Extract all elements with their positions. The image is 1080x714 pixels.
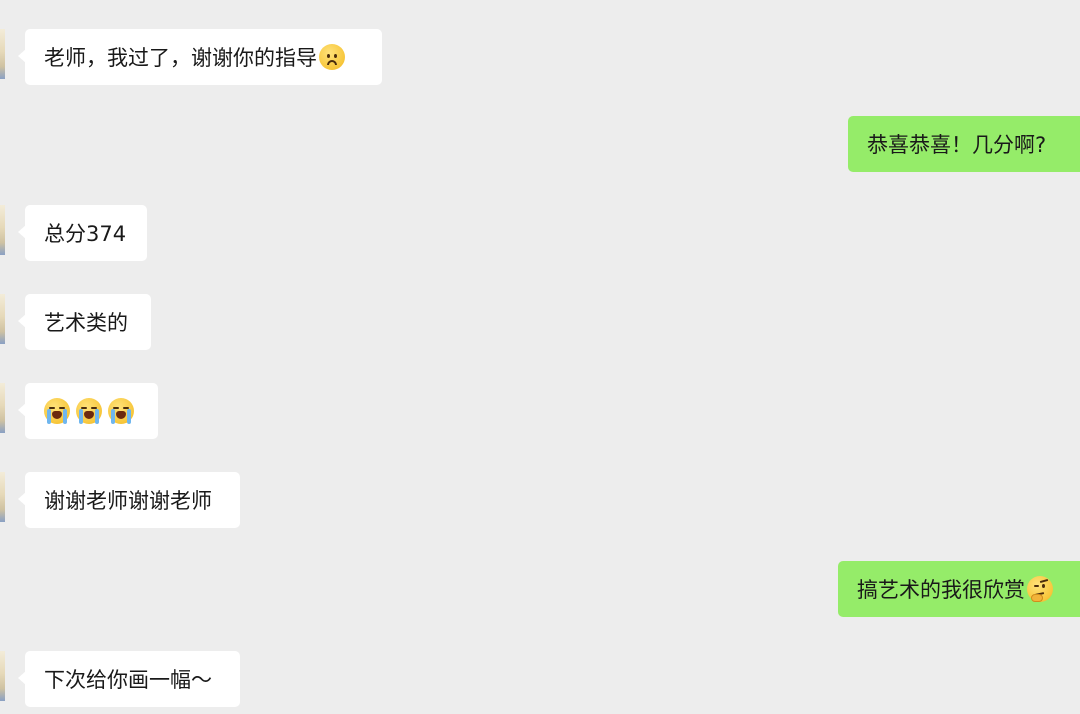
thinking-face-icon xyxy=(1027,576,1053,602)
message-text: 下次给你画一幅～ xyxy=(44,668,212,692)
crying-face-icon xyxy=(44,398,70,424)
bubble-tail xyxy=(18,49,26,63)
avatar[interactable] xyxy=(0,383,5,433)
bubble-tail xyxy=(18,314,26,328)
message-bubble[interactable]: 艺术类的 xyxy=(18,294,151,350)
avatar[interactable] xyxy=(0,29,5,79)
emoji-row xyxy=(44,398,134,424)
avatar[interactable] xyxy=(0,472,5,522)
bubble-tail xyxy=(18,225,26,239)
message-text: 总分374 xyxy=(44,222,127,246)
message-bubble[interactable]: 恭喜恭喜！几分啊? xyxy=(848,116,1080,172)
chat-message-list: 老师，我过了，谢谢你的指导 恭喜恭喜！几分啊? 总分374 艺术类的 谢谢老师谢… xyxy=(0,0,1080,714)
message-text: 谢谢老师谢谢老师 xyxy=(44,489,212,513)
sad-face-icon xyxy=(319,44,345,70)
avatar[interactable] xyxy=(0,205,5,255)
bubble-tail xyxy=(18,671,26,685)
avatar[interactable] xyxy=(0,294,5,344)
message-bubble[interactable]: 搞艺术的我很欣赏 xyxy=(838,561,1080,617)
message-bubble[interactable]: 总分374 xyxy=(18,205,147,261)
message-text: 老师，我过了，谢谢你的指导 xyxy=(44,46,317,70)
bubble-tail xyxy=(18,492,26,506)
avatar[interactable] xyxy=(0,651,5,701)
message-bubble[interactable]: 下次给你画一幅～ xyxy=(18,651,240,707)
message-text: 搞艺术的我很欣赏 xyxy=(857,578,1025,602)
message-text: 恭喜恭喜！几分啊? xyxy=(867,133,1047,157)
crying-face-icon xyxy=(76,398,102,424)
message-bubble[interactable]: 老师，我过了，谢谢你的指导 xyxy=(18,29,382,85)
crying-face-icon xyxy=(108,398,134,424)
message-text: 艺术类的 xyxy=(44,311,128,335)
bubble-tail xyxy=(18,403,26,417)
message-bubble[interactable]: 谢谢老师谢谢老师 xyxy=(18,472,240,528)
message-bubble[interactable] xyxy=(18,383,158,439)
